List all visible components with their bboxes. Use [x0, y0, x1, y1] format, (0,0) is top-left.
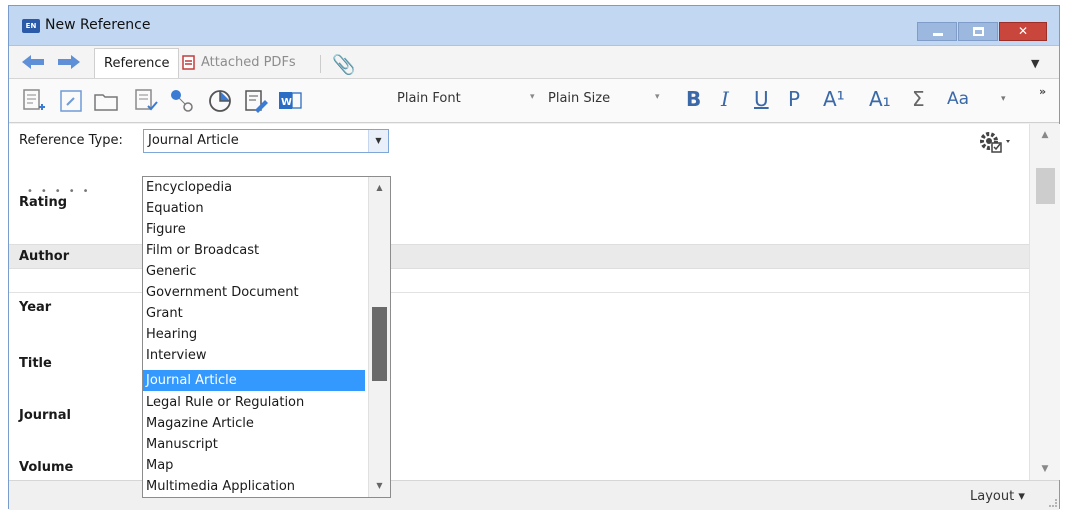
- resize-grip-icon[interactable]: [1049, 499, 1057, 507]
- svg-text:W: W: [281, 97, 292, 108]
- minimize-icon: [933, 33, 943, 36]
- reference-type-value: Journal Article: [148, 133, 239, 148]
- bold-button[interactable]: B: [686, 87, 701, 111]
- word-document-icon[interactable]: W: [277, 88, 303, 114]
- journal-label: Journal: [19, 408, 71, 423]
- back-arrow-icon[interactable]: [21, 54, 45, 70]
- size-dropdown-arrow-icon: ▾: [655, 92, 660, 102]
- pdf-icon: [182, 55, 195, 70]
- dropdown-item-grant[interactable]: Grant: [143, 303, 365, 324]
- font-dropdown-arrow-icon: ▾: [530, 92, 535, 102]
- titlebar: EN New Reference ✕: [9, 6, 1059, 46]
- connect-icon[interactable]: [169, 88, 195, 114]
- tab-reference[interactable]: Reference: [94, 48, 179, 78]
- dropdown-scrollbar-thumb[interactable]: [372, 307, 387, 381]
- dropdown-item-figure[interactable]: Figure: [143, 219, 365, 240]
- tab-attached-pdfs[interactable]: Attached PDFs: [201, 55, 296, 70]
- dropdown-items: Encyclopedia Equation Figure Film or Bro…: [143, 177, 372, 497]
- reference-type-label: Reference Type:: [19, 133, 123, 148]
- dropdown-item-generic[interactable]: Generic: [143, 261, 365, 282]
- year-label: Year: [19, 300, 52, 315]
- dropdown-item-magazine-article[interactable]: Magazine Article: [143, 413, 365, 434]
- dropdown-item-journal-article[interactable]: Journal Article: [143, 370, 365, 391]
- edit-note-icon[interactable]: [243, 88, 269, 114]
- close-icon: ✕: [1017, 24, 1029, 38]
- size-select-value: Plain Size: [548, 91, 611, 106]
- layout-button[interactable]: Layout ▾: [970, 489, 1025, 504]
- title-label: Title: [19, 356, 52, 371]
- dropdown-item-equation[interactable]: Equation: [143, 198, 365, 219]
- close-button[interactable]: ✕: [999, 22, 1047, 41]
- form-scrollbar[interactable]: ▲ ▼: [1029, 124, 1060, 480]
- symbol-button[interactable]: Σ: [912, 87, 925, 111]
- insert-reference-icon[interactable]: [21, 88, 47, 114]
- endnote-app-icon: EN: [22, 19, 40, 33]
- dropdown-item-interview[interactable]: Interview: [143, 345, 365, 366]
- paperclip-icon[interactable]: 📎: [332, 53, 356, 76]
- rating-label: Rating: [19, 195, 68, 210]
- tab-reference-label: Reference: [104, 56, 170, 71]
- forward-arrow-icon[interactable]: [57, 54, 81, 70]
- gear-icon[interactable]: [977, 129, 1013, 159]
- link-icon[interactable]: [59, 88, 85, 114]
- scrollbar-thumb[interactable]: [1036, 168, 1055, 204]
- dropdown-item-manuscript[interactable]: Manuscript: [143, 434, 365, 455]
- volume-label: Volume: [19, 460, 74, 475]
- rating-stars[interactable]: •••••: [27, 186, 97, 197]
- scroll-up-icon[interactable]: ▲: [1030, 130, 1060, 140]
- dropdown-item-government-document[interactable]: Government Document: [143, 282, 365, 303]
- maximize-icon: [973, 27, 984, 36]
- change-case-chevron-icon[interactable]: ▾: [1001, 94, 1006, 104]
- reference-type-dropdown-list[interactable]: Encyclopedia Equation Figure Film or Bro…: [142, 176, 391, 498]
- pie-chart-icon[interactable]: [207, 88, 233, 114]
- plain-button[interactable]: P: [788, 87, 800, 111]
- folder-icon[interactable]: [93, 88, 119, 114]
- underline-button[interactable]: U: [754, 87, 769, 111]
- dropdown-item-map[interactable]: Map: [143, 455, 365, 476]
- reference-type-dropdown-icon[interactable]: ▼: [368, 130, 388, 152]
- tab-bar: Reference Attached PDFs 📎 ▼: [9, 46, 1059, 79]
- toolbar-more-chevron-icon[interactable]: »: [1039, 85, 1046, 98]
- change-case-button[interactable]: Aa: [947, 89, 969, 109]
- size-select[interactable]: Plain Size ▾: [536, 91, 666, 112]
- checklist-icon[interactable]: [133, 88, 159, 114]
- window-title: New Reference: [45, 17, 151, 33]
- author-label: Author: [19, 249, 70, 264]
- dropdown-scroll-down-icon[interactable]: ▼: [369, 477, 390, 495]
- formatting-toolbar: W Plain Font ▾ Plain Size ▾ B I U P A¹ A₁ …: [9, 79, 1059, 123]
- dropdown-item-film-or-broadcast[interactable]: Film or Broadcast: [143, 240, 365, 261]
- dropdown-scroll-up-icon[interactable]: ▲: [369, 179, 390, 197]
- minimize-button[interactable]: [917, 22, 957, 41]
- dropdown-item-encyclopedia[interactable]: Encyclopedia: [143, 177, 365, 198]
- dropdown-item-hearing[interactable]: Hearing: [143, 324, 365, 345]
- dropdown-scrollbar[interactable]: ▲ ▼: [368, 177, 390, 497]
- maximize-button[interactable]: [958, 22, 998, 41]
- reference-type-select[interactable]: Journal Article ▼: [143, 129, 389, 153]
- font-select-value: Plain Font: [397, 91, 461, 106]
- dropdown-item-legal-rule-or-regulation[interactable]: Legal Rule or Regulation: [143, 392, 365, 413]
- tab-separator: [320, 55, 321, 73]
- scroll-down-icon[interactable]: ▼: [1030, 464, 1060, 474]
- dropdown-item-multimedia-application[interactable]: Multimedia Application: [143, 476, 365, 497]
- superscript-button[interactable]: A¹: [823, 87, 845, 111]
- italic-button[interactable]: I: [721, 87, 729, 111]
- subscript-button[interactable]: A₁: [869, 87, 891, 111]
- tab-menu-chevron-icon[interactable]: ▼: [1031, 57, 1039, 70]
